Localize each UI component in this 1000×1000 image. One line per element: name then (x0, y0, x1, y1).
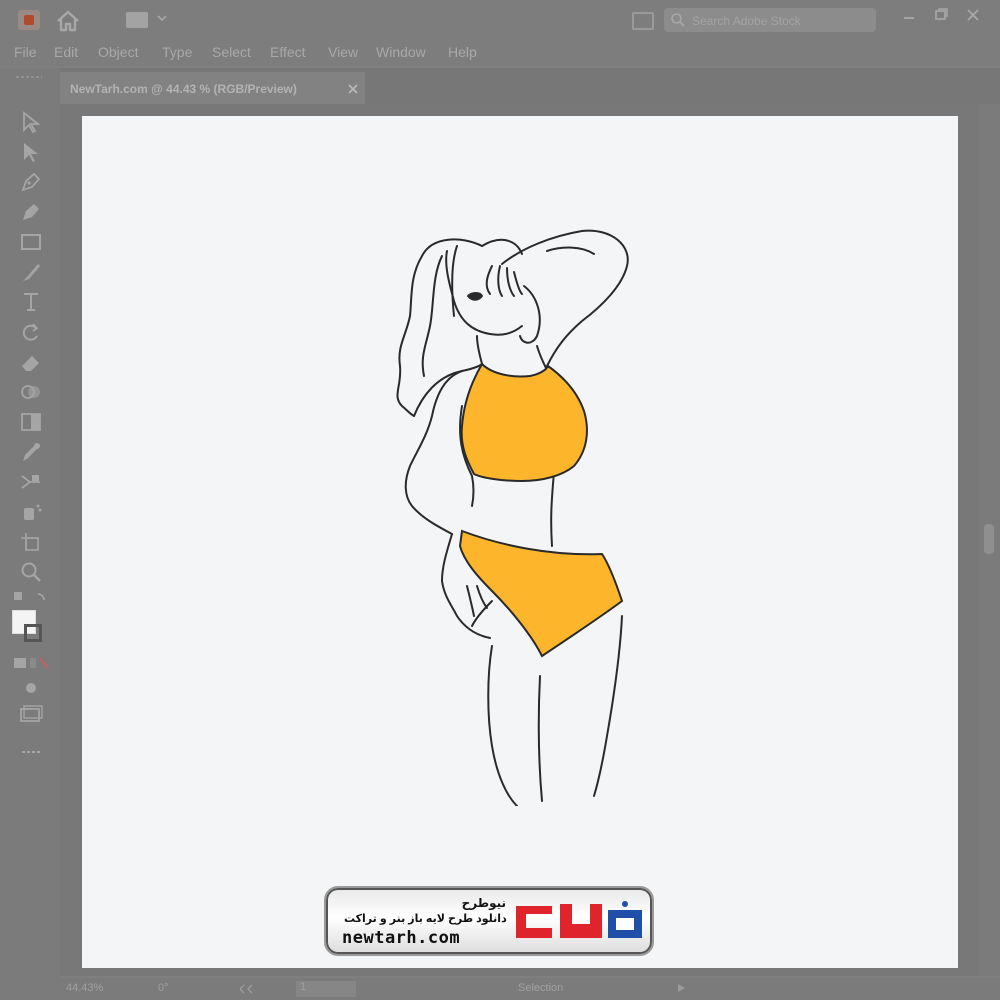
home-icon[interactable] (56, 10, 80, 32)
menu-object[interactable]: Object (98, 44, 138, 60)
chevron-down-icon[interactable] (156, 12, 168, 24)
pen-tool-icon[interactable] (18, 170, 44, 194)
drawing-mode-icon[interactable] (18, 676, 44, 700)
rectangle-tool-icon[interactable] (18, 230, 44, 254)
app-logo-icon (18, 10, 40, 30)
watermark-title: نیوطرح (461, 896, 506, 910)
menu-file[interactable]: File (14, 44, 37, 60)
menu-type[interactable]: Type (162, 44, 192, 60)
shape-builder-tool-icon[interactable] (18, 380, 44, 404)
vertical-scrollbar[interactable] (978, 104, 1000, 976)
artboard[interactable] (82, 116, 958, 968)
search-input[interactable] (690, 10, 874, 32)
rotate-tool-icon[interactable] (18, 320, 44, 344)
woman-bikini-illustration[interactable] (362, 206, 682, 806)
newtarh-logo-icon (516, 901, 642, 938)
curvature-tool-icon[interactable] (18, 200, 44, 224)
play-icon[interactable] (676, 983, 686, 993)
status-bar: 44.43% 0° 1 Selection (0, 978, 1000, 1000)
menu-effect[interactable]: Effect (270, 44, 306, 60)
watermark-subtitle: دانلود طرح لایه باز بنر و تراکت (344, 913, 507, 925)
menu-window[interactable]: Window (376, 44, 426, 60)
stock-search-box[interactable] (664, 8, 876, 32)
menu-select[interactable]: Select (212, 44, 251, 60)
newtarh-watermark: نیوطرح دانلود طرح لایه باز بنر و تراکت n… (324, 886, 654, 956)
document-tab-strip: NewTarh.com @ 44.43 % (RGB/Preview) (60, 68, 1000, 104)
eyedropper-tool-icon[interactable] (18, 440, 44, 464)
zoom-level-field[interactable]: 44.43% (66, 982, 103, 994)
menu-view[interactable]: View (328, 44, 358, 60)
selection-tool-icon[interactable] (18, 110, 44, 134)
zoom-tool-icon[interactable] (18, 560, 44, 584)
close-tab-icon[interactable] (348, 84, 358, 94)
artboard-nav-chevrons-icon[interactable] (240, 983, 290, 995)
eraser-tool-icon[interactable] (18, 350, 44, 374)
workspace-switcher-icon[interactable] (126, 12, 148, 28)
swap-colors-icon[interactable] (12, 586, 50, 610)
symbol-sprayer-tool-icon[interactable] (18, 500, 44, 524)
type-tool-icon[interactable] (18, 290, 44, 314)
current-tool-status[interactable]: Selection (518, 982, 563, 994)
watermark-url: newtarh.com (342, 928, 461, 948)
scrollbar-thumb[interactable] (984, 524, 994, 554)
tools-panel (0, 68, 60, 978)
canvas-area[interactable] (60, 104, 978, 976)
menu-bar: File Edit Object Type Select Effect View… (0, 40, 1000, 66)
screen-mode-icon[interactable] (18, 702, 44, 726)
more-tools-icon[interactable] (18, 740, 44, 764)
paintbrush-tool-icon[interactable] (18, 260, 44, 284)
arrange-documents-icon[interactable] (632, 12, 654, 30)
document-tab-label: NewTarh.com @ 44.43 % (RGB/Preview) (70, 82, 297, 96)
minimize-icon[interactable] (900, 6, 918, 24)
rotation-field[interactable]: 0° (158, 982, 169, 994)
restore-icon[interactable] (932, 6, 950, 24)
illustrator-window: File Edit Object Type Select Effect View… (0, 0, 1000, 1000)
blend-tool-icon[interactable] (18, 470, 44, 494)
artboard-tool-icon[interactable] (18, 530, 44, 554)
panel-grip-icon[interactable] (14, 74, 44, 80)
document-tab[interactable]: NewTarh.com @ 44.43 % (RGB/Preview) (60, 72, 365, 104)
search-icon (671, 13, 685, 27)
direct-selection-tool-icon[interactable] (18, 140, 44, 164)
color-mode-icon[interactable] (12, 652, 50, 676)
stroke-color-swatch[interactable] (24, 624, 42, 642)
close-window-icon[interactable] (964, 6, 982, 24)
title-bar (0, 0, 1000, 40)
menu-edit[interactable]: Edit (54, 44, 78, 60)
menu-help[interactable]: Help (448, 44, 477, 60)
artboard-number-field[interactable]: 1 (296, 981, 356, 997)
gradient-tool-icon[interactable] (18, 410, 44, 434)
